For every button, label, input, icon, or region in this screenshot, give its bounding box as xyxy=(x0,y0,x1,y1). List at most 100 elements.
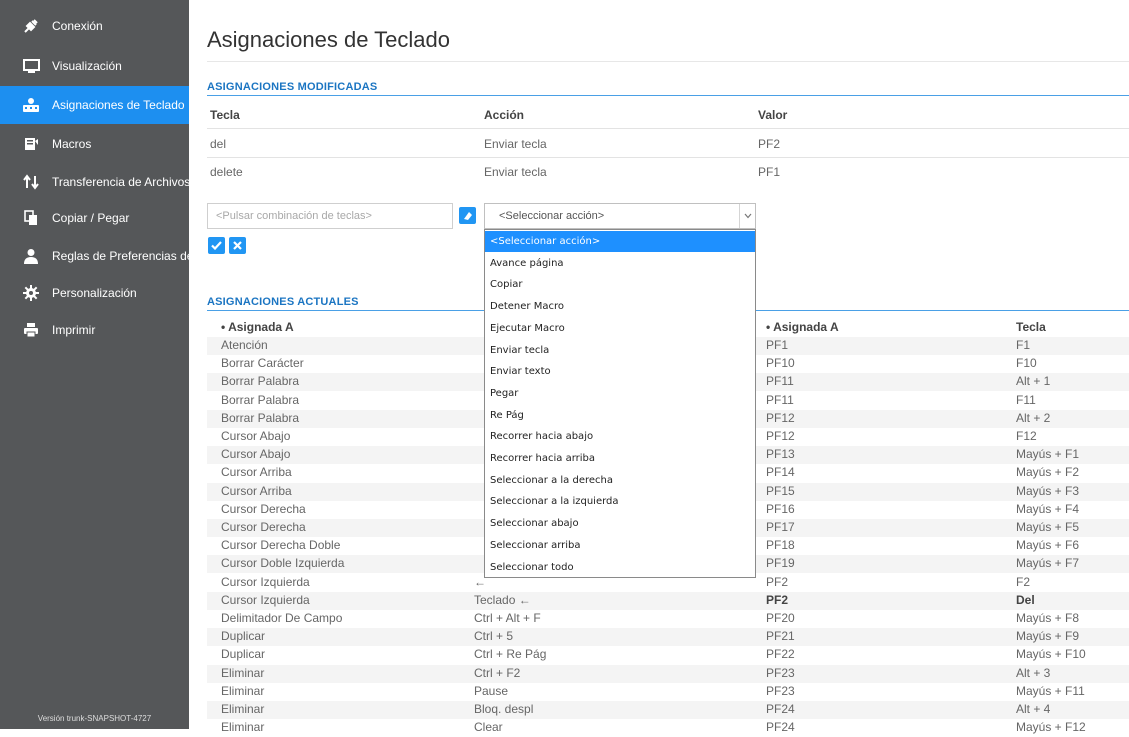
key-cell: Mayús + F6 xyxy=(1016,538,1080,553)
key-cell: F10 xyxy=(1016,356,1037,371)
dropdown-option[interactable]: Seleccionar todo xyxy=(485,557,755,578)
assigned-key-cell: PF24 xyxy=(766,720,795,735)
dropdown-option[interactable]: <Seleccionar acción> xyxy=(485,231,755,252)
sidebar-item-asignaciones-de-teclado[interactable]: Asignaciones de Teclado xyxy=(0,86,189,124)
action-select[interactable]: <Seleccionar acción> xyxy=(484,203,756,229)
column-header-key[interactable]: Tecla xyxy=(1016,320,1046,334)
key-cell: F1 xyxy=(1016,338,1031,352)
assigned-key-cell: PF1 xyxy=(766,338,789,352)
sidebar-item-visualizacion[interactable]: Visualización xyxy=(0,47,189,85)
dropdown-option[interactable]: Recorrer hacia arriba xyxy=(485,448,755,469)
key-combination-input[interactable] xyxy=(207,203,453,229)
dropdown-option[interactable]: Enviar texto xyxy=(485,361,755,382)
dropdown-option[interactable]: Pegar xyxy=(485,383,755,404)
dropdown-option[interactable]: Seleccionar a la izquierda xyxy=(485,491,755,512)
confirm-button[interactable] xyxy=(208,237,225,254)
row-divider xyxy=(207,157,1129,158)
table-row: Cursor Izquierda Teclado ← PF2 Del xyxy=(207,591,1129,610)
sidebar-item-copiar-pegar[interactable]: Copiar / Pegar xyxy=(0,199,189,237)
assigned-action-cell: Cursor Abajo xyxy=(221,429,291,443)
dropdown-option[interactable]: Re Pág xyxy=(485,405,755,426)
dropdown-option[interactable]: Seleccionar abajo xyxy=(485,513,755,534)
assigned-key-cell: PF14 xyxy=(766,465,795,480)
table-row: Eliminar Ctrl + F2 PF23 Alt + 3 xyxy=(207,664,1129,683)
title-divider xyxy=(207,61,1129,62)
assigned-action-cell: Cursor Arriba xyxy=(221,483,292,498)
key-cell: Mayús + F5 xyxy=(1016,520,1080,534)
dropdown-option[interactable]: Seleccionar arriba xyxy=(485,535,755,556)
page-title: Asignaciones de Teclado xyxy=(207,27,450,52)
key-cell: Mayús + F12 xyxy=(1016,720,1086,735)
sidebar: Conexión Visualización Asignaciones de T… xyxy=(0,0,189,729)
sidebar-item-reglas-preferencias[interactable]: Reglas de Preferencias de... xyxy=(0,237,189,275)
key-cell: Mayús + F7 xyxy=(1016,556,1080,571)
sidebar-item-label: Personalización xyxy=(52,286,137,300)
key-cell: Bloq. despl xyxy=(474,702,534,716)
key-cell: Clear xyxy=(474,720,503,735)
section-divider xyxy=(207,95,1129,96)
key-cell: F11 xyxy=(1016,392,1036,407)
column-header-accion: Acción xyxy=(484,108,525,122)
check-icon xyxy=(211,241,222,250)
dropdown-option[interactable]: Avance página xyxy=(485,253,755,274)
key-cell: Ctrl + 5 xyxy=(474,629,514,644)
assigned-action-cell: Borrar Palabra xyxy=(221,392,300,407)
key-cell: F2 xyxy=(1016,574,1031,589)
column-header-assigned-to[interactable]: • Asignada A xyxy=(221,320,294,334)
keyboard-people-icon xyxy=(22,96,40,114)
cancel-button[interactable] xyxy=(229,237,246,254)
assigned-key-cell: PF17 xyxy=(766,520,795,534)
table-row: Duplicar Ctrl + 5 PF21 Mayús + F9 xyxy=(207,628,1129,647)
assigned-action-cell: Duplicar xyxy=(221,647,266,662)
sidebar-item-macros[interactable]: Macros xyxy=(0,125,189,163)
assigned-action-cell: Eliminar xyxy=(221,702,265,716)
assigned-key-cell: PF15 xyxy=(766,483,795,498)
dropdown-option[interactable]: Ejecutar Macro xyxy=(485,318,755,339)
sidebar-item-label: Visualización xyxy=(52,59,122,73)
assigned-action-cell: Cursor Abajo xyxy=(221,447,291,462)
key-cell: Mayús + F11 xyxy=(1016,683,1085,698)
clear-key-button[interactable] xyxy=(459,207,476,224)
assigned-key-cell: PF11 xyxy=(766,374,794,389)
dropdown-option[interactable]: Copiar xyxy=(485,274,755,295)
monitor-icon xyxy=(22,57,40,75)
assigned-key-cell: PF20 xyxy=(766,611,795,625)
sidebar-item-label: Transferencia de Archivos xyxy=(52,175,189,189)
sidebar-item-personalizacion[interactable]: Personalización xyxy=(0,274,189,312)
row-divider xyxy=(207,128,1129,129)
assigned-key-cell: PF21 xyxy=(766,629,795,644)
gear-icon xyxy=(22,284,40,302)
sidebar-item-transferencia[interactable]: Transferencia de Archivos xyxy=(0,163,189,201)
modified-row-action: Enviar tecla xyxy=(484,137,547,151)
assigned-action-cell: Delimitador De Campo xyxy=(221,611,343,625)
key-cell: Alt + 1 xyxy=(1016,374,1051,389)
column-header-assigned-to[interactable]: • Asignada A xyxy=(766,320,839,334)
sidebar-item-label: Imprimir xyxy=(52,323,96,337)
sidebar-item-label: Copiar / Pegar xyxy=(52,211,130,225)
assigned-key-cell: PF24 xyxy=(766,702,795,716)
dropdown-option[interactable]: Recorrer hacia abajo xyxy=(485,426,755,447)
table-row: Eliminar Bloq. despl PF24 Alt + 4 xyxy=(207,701,1129,719)
user-icon xyxy=(22,247,40,265)
modified-row-value: PF1 xyxy=(758,165,781,179)
current-assignments-heading: ASIGNACIONES ACTUALES xyxy=(207,296,359,308)
assigned-action-cell: Duplicar xyxy=(221,629,266,644)
sidebar-item-label: Asignaciones de Teclado xyxy=(52,98,185,112)
dropdown-option[interactable]: Detener Macro xyxy=(485,296,755,317)
assigned-key-cell: PF22 xyxy=(766,647,795,662)
assigned-action-cell: Cursor Derecha xyxy=(221,501,306,516)
assigned-action-cell: Borrar Palabra xyxy=(221,410,300,425)
assigned-key-cell: PF10 xyxy=(766,356,795,371)
table-row: Eliminar Clear PF24 Mayús + F12 xyxy=(207,719,1129,737)
assigned-action-cell: Cursor Derecha xyxy=(221,520,306,534)
assigned-key-cell: PF23 xyxy=(766,665,795,680)
assigned-key-cell: PF23 xyxy=(766,683,795,698)
dropdown-option[interactable]: Seleccionar a la derecha xyxy=(485,470,755,491)
sidebar-item-conexion[interactable]: Conexión xyxy=(0,7,189,45)
printer-icon xyxy=(22,321,40,339)
key-cell: Mayús + F4 xyxy=(1016,501,1080,516)
assigned-key-cell: PF16 xyxy=(766,501,795,516)
assigned-action-cell: Eliminar xyxy=(221,720,265,735)
sidebar-item-imprimir[interactable]: Imprimir xyxy=(0,311,189,349)
dropdown-option[interactable]: Enviar tecla xyxy=(485,340,755,361)
